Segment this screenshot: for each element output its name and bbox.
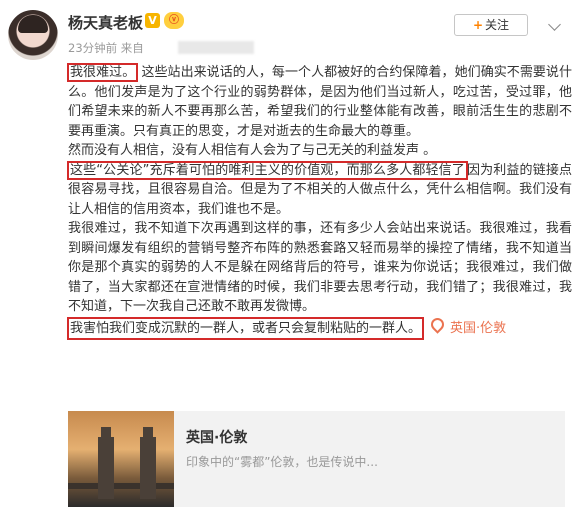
source-label: 来自 — [120, 41, 144, 55]
location-card[interactable]: 英国·伦敦 印象中的“雾都”伦敦，也是传说中... — [68, 411, 565, 507]
location-link[interactable]: 英国·伦敦 — [428, 314, 507, 339]
post-meta: 23分钟前 来自 — [68, 40, 144, 56]
user-name[interactable]: 杨天真老板 — [68, 12, 143, 33]
card-title: 英国·伦敦 — [186, 430, 248, 446]
avatar[interactable] — [8, 10, 58, 60]
verified-icon: V — [145, 13, 160, 28]
follow-button[interactable]: + 关注 — [454, 14, 528, 36]
post-text: 我很难过。 这些站出来说话的人，每一个人都被好的合约保障着，她们确实不需要说什么… — [67, 63, 572, 340]
post-time[interactable]: 23分钟前 — [68, 41, 117, 55]
paragraph-4: 我很难过，我不知道下次再遇到这样的事，还有多少人会站出来说话。我很难过，我看到瞬… — [68, 221, 572, 314]
bridge-tower-right — [140, 427, 156, 499]
paragraph-1-rest: 这些站出来说话的人，每一个人都被好的合约保障着，她们确实不需要说什么。他们发声是… — [68, 65, 572, 139]
post-header: 杨天真老板 V ⓥ 23分钟前 来自 + 关注 — [0, 0, 576, 64]
highlight-box-2: 这些“公关论”充斥着可怕的唯利主义的价值观，而那么多人都轻信了 — [67, 160, 468, 180]
follow-label: 关注 — [485, 18, 510, 32]
plus-icon: + — [472, 18, 484, 32]
paragraph-1: 我很难过。 这些站出来说话的人，每一个人都被好的合约保障着，她们确实不需要说什么… — [67, 63, 572, 141]
bridge-deck — [68, 483, 174, 489]
card-description: 印象中的“雾都”伦敦，也是传说中... — [186, 455, 378, 469]
paragraph-5: 我害怕我们变成沉默的一群人，或者只会复制粘贴的一群人。 英国·伦敦 — [67, 314, 572, 340]
location-pin-icon — [428, 314, 447, 334]
card-image — [68, 411, 174, 507]
highlight-box-1: 我很难过。 — [67, 63, 139, 82]
chevron-down-icon[interactable] — [548, 18, 561, 31]
bridge-tower-left — [98, 427, 114, 499]
location-label: 英国·伦敦 — [450, 320, 507, 336]
blurred-source — [178, 41, 254, 54]
paragraph-2: 然而没有人相信，没有人相信有人会为了与己无关的利益发声 。 — [68, 143, 437, 158]
highlight-box-3: 我害怕我们变成沉默的一群人，或者只会复制粘贴的一群人。 — [67, 316, 425, 340]
paragraph-3: 这些“公关论”充斥着可怕的唯利主义的价值观，而那么多人都轻信了 因为利益的链接点很… — [67, 160, 572, 220]
vip-badge-icon[interactable]: ⓥ — [164, 12, 184, 29]
